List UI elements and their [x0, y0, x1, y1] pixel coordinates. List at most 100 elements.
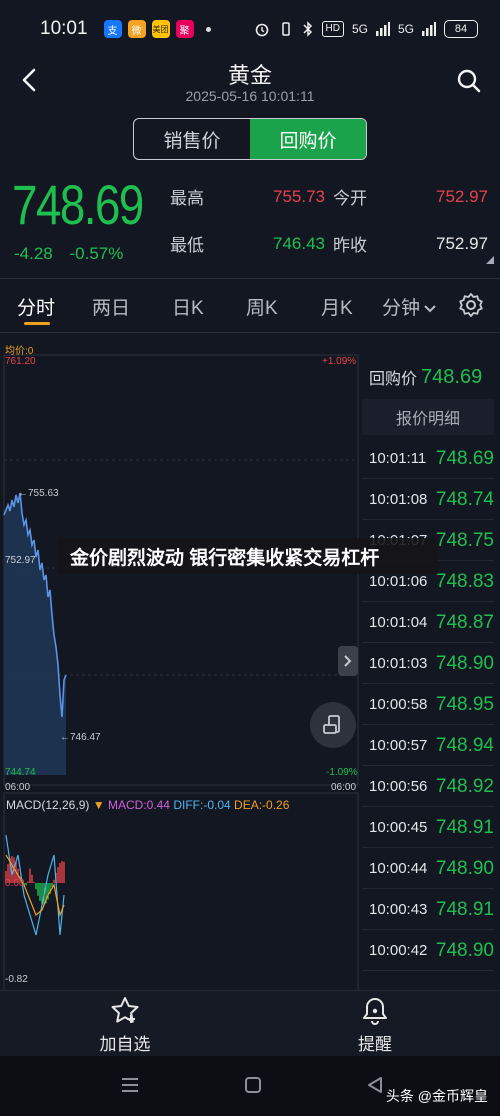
y-axis-bottom-pct: -1.09% [326, 767, 358, 778]
tick-row: 10:00:44 748.90 [369, 848, 494, 889]
chevron-down-icon [424, 305, 436, 313]
tick-price: 748.90 [435, 939, 494, 961]
open-label: 今开 [333, 189, 367, 208]
app-icon: 聚 [175, 20, 194, 38]
macd-low: -0.82 [5, 974, 28, 985]
tick-row: 10:00:57 748.94 [369, 725, 494, 766]
tab-minute-label: 分钟 [382, 298, 421, 319]
y-axis-top-pct: +1.09% [322, 356, 357, 367]
tick-time: 10:00:44 [369, 860, 428, 877]
status-time: 10:01 [40, 18, 88, 39]
home-icon[interactable] [244, 1076, 262, 1094]
menu-icon[interactable] [120, 1076, 140, 1094]
prev-close-label: 昨收 [333, 236, 367, 255]
weibo-icon: 微 [127, 20, 146, 38]
tick-price: 748.83 [435, 570, 494, 592]
chevron-right-icon [344, 655, 352, 667]
news-caption: 金价剧烈波动 银行密集收紧交易杠杆 [58, 538, 438, 574]
current-price: 748.69 [12, 173, 144, 236]
bluetooth-icon [302, 21, 312, 37]
price-type-toggle: 销售价 回购价 [133, 118, 367, 160]
tick-row: 10:01:11 748.69 [369, 438, 494, 479]
tick-separator [362, 970, 494, 971]
tab-minute[interactable]: 分钟 [382, 293, 437, 320]
bell-icon [363, 998, 387, 1025]
tick-price: 748.87 [435, 611, 494, 633]
notification-dot-icon [205, 26, 211, 32]
tab-monthly-k[interactable]: 月K [321, 293, 353, 320]
buyback-summary: 回购价 748.69 [362, 358, 500, 396]
add-watchlist-label: 加自选 [99, 1035, 151, 1054]
tick-row: 10:00:43 748.91 [369, 889, 494, 930]
tab-daily-k[interactable]: 日K [172, 293, 204, 320]
back-triangle-icon[interactable] [366, 1076, 384, 1094]
tick-price: 748.91 [435, 898, 494, 920]
chart-period-tabs: 分时 两日 日K 周K 月K 分钟 [0, 280, 500, 330]
intraday-chart[interactable] [0, 335, 362, 995]
rotate-screen-icon [323, 715, 340, 734]
add-watchlist-button[interactable]: 加自选 [65, 995, 185, 1055]
open-value: 752.97 [436, 186, 488, 206]
network-5g-label: 5G [351, 22, 368, 36]
bottom-action-bar: 加自选 提醒 [0, 990, 500, 1056]
y-axis-bottom: 744.74 [5, 767, 36, 778]
search-icon[interactable] [456, 68, 482, 94]
hd-badge: HD [321, 21, 344, 37]
macd-arrow-icon: ▼ [92, 798, 105, 812]
alarm-icon [255, 23, 268, 37]
tab-sell-price[interactable]: 销售价 [134, 119, 250, 159]
tick-time: 10:01:08 [369, 491, 428, 508]
prev-close-value: 752.97 [436, 233, 488, 253]
tick-time: 10:00:45 [369, 819, 428, 836]
page-title: 黄金 [227, 63, 272, 88]
dea-value: DEA:-0.26 [234, 798, 290, 812]
low-value: 746.43 [273, 233, 325, 253]
tick-row: 10:00:45 748.91 [369, 807, 494, 848]
header: 黄金 2025-05-16 10:01:11 [0, 58, 500, 114]
macd-legend: MACD(12,26,9) ▼ MACD:0.44 DIFF:-0.04 DEA… [6, 798, 289, 812]
tick-price: 748.91 [435, 816, 494, 838]
battery-icon: 84 [444, 20, 478, 38]
divider [0, 278, 500, 279]
active-tab-indicator [24, 322, 50, 325]
detail-header: 报价明细 [362, 399, 494, 435]
gear-icon[interactable] [458, 292, 484, 318]
y-axis-mid: 752.97 [5, 555, 36, 566]
high-value: 755.73 [273, 186, 325, 206]
tick-row: 10:01:03 748.90 [369, 643, 494, 684]
tick-price: 748.95 [435, 693, 494, 715]
tick-time: 10:00:58 [369, 696, 428, 713]
high-label: 最高 [170, 189, 204, 208]
avg-price-label: 均价:0 [5, 346, 34, 357]
tick-time: 10:00:42 [369, 942, 428, 959]
quote-row-low: 最低 746.43 昨收 752.97 [170, 231, 488, 256]
tab-two-day[interactable]: 两日 [92, 293, 130, 320]
tab-buyback-price[interactable]: 回购价 [250, 119, 366, 159]
vibrate-icon [281, 22, 290, 36]
divider [0, 332, 500, 333]
meituan-icon: 美团 [151, 20, 170, 38]
change-value: -4.28 [14, 244, 53, 263]
low-marker: ←746.47 [60, 732, 101, 743]
x-axis-start: 06:00 [5, 782, 31, 793]
quote-row-high: 最高 755.73 今开 752.97 [170, 184, 488, 209]
tick-price: 748.75 [435, 529, 494, 551]
diff-value: DIFF:-0.04 [173, 798, 231, 812]
expand-panel-button[interactable] [338, 646, 358, 676]
buyback-value: 748.69 [421, 365, 483, 388]
quote-datetime: 2025-05-16 10:01:11 [185, 88, 315, 104]
tab-intraday[interactable]: 分时 [17, 293, 55, 320]
tick-price: 748.92 [435, 775, 494, 797]
tab-weekly-k[interactable]: 周K [246, 293, 278, 320]
tick-time: 10:01:06 [369, 573, 428, 590]
macd-zero: 0.00 [5, 878, 25, 889]
tick-price: 748.90 [435, 857, 494, 879]
signal-icon-2 [422, 22, 436, 36]
alert-button[interactable]: 提醒 [315, 995, 435, 1055]
tick-time: 10:00:57 [369, 737, 428, 754]
network-5g-label-2: 5G [397, 22, 414, 36]
alert-label: 提醒 [358, 1035, 392, 1054]
tick-time: 10:01:03 [369, 655, 428, 672]
y-axis-top: 761.20 [5, 356, 36, 367]
rotate-screen-button[interactable] [310, 702, 356, 748]
